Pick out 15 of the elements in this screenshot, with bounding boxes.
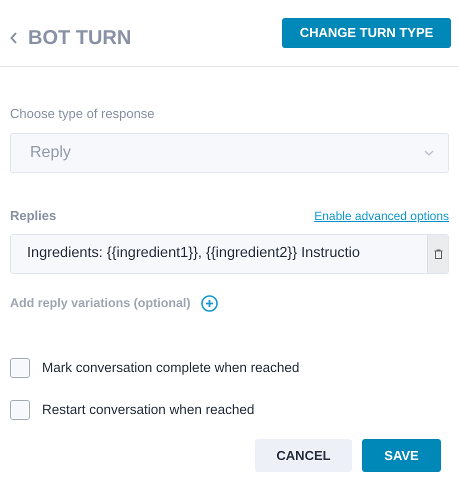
replies-label: Replies	[10, 206, 56, 225]
field-label: Choose type of response	[10, 105, 156, 123]
advanced-options-link[interactable]: Enable advanced options	[314, 207, 449, 225]
checkbox-label: Mark conversation complete when reached	[42, 358, 300, 377]
change-turn-type-button[interactable]: CHANGE TURN TYPE	[282, 18, 451, 48]
add-icon[interactable]	[200, 294, 218, 312]
checkbox-label: Restart conversation when reached	[42, 401, 254, 419]
save-button[interactable]: SAVE	[362, 439, 441, 472]
checkbox[interactable]	[10, 400, 30, 420]
cancel-button[interactable]: CANCEL	[255, 439, 352, 472]
checkbox[interactable]	[10, 358, 30, 378]
add-variations-label: Add reply variations (optional)	[10, 295, 191, 312]
back-icon[interactable]	[10, 32, 18, 44]
chevron-down-icon	[424, 150, 434, 156]
page-title: BOT TURN	[28, 26, 132, 51]
